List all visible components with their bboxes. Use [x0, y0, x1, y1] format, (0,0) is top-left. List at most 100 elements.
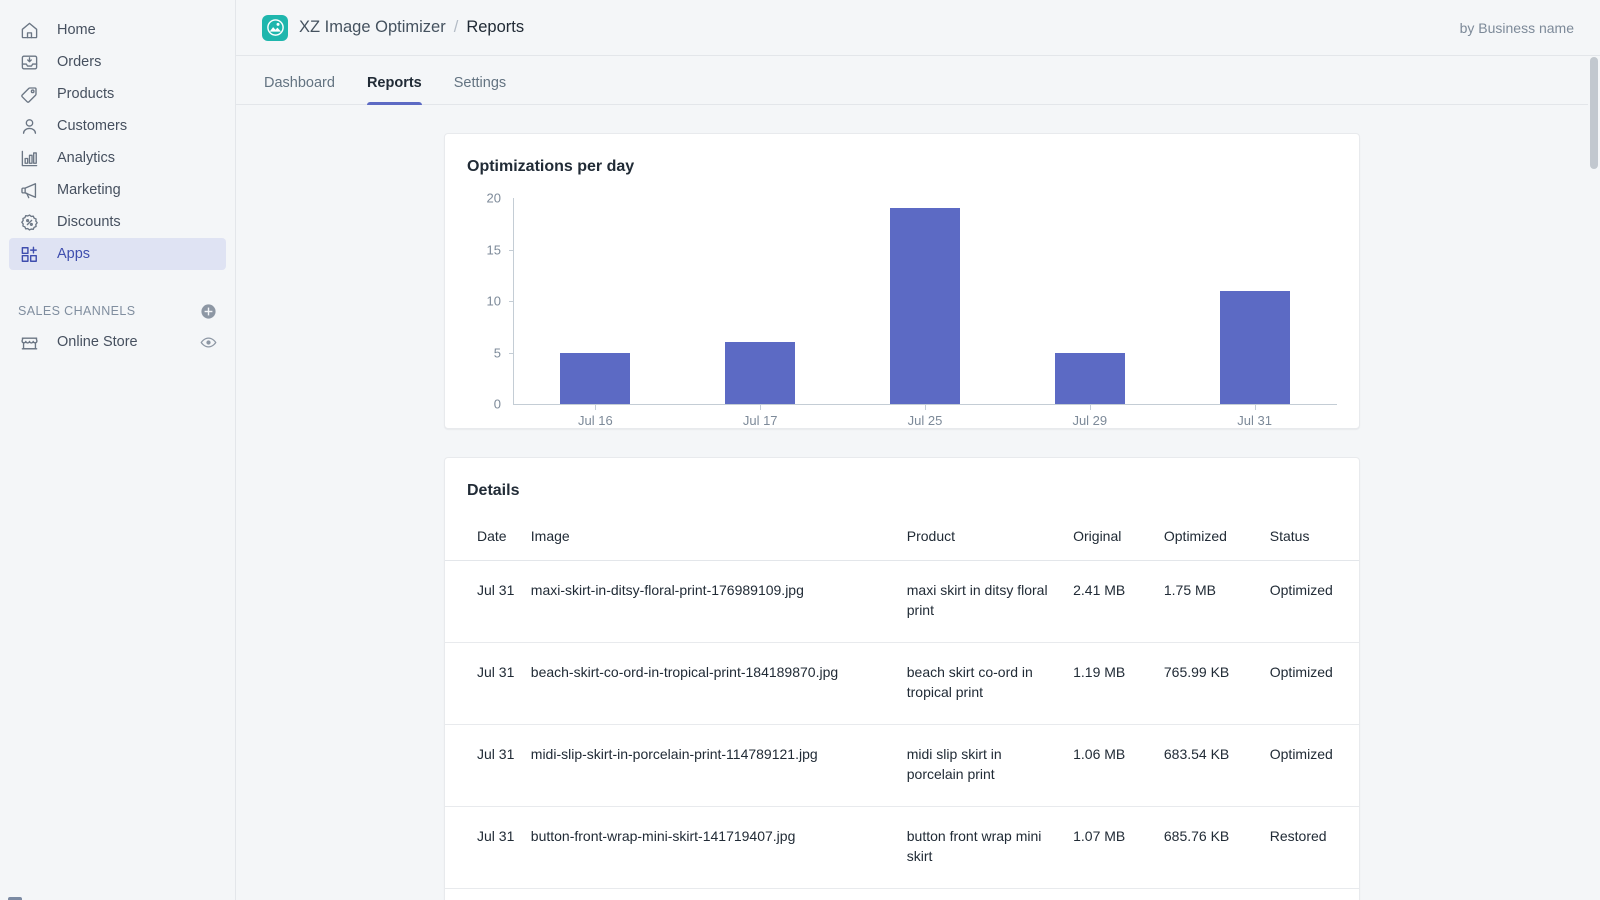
tab-label: Settings — [454, 75, 506, 91]
table-row[interactable]: Jul 31button-front-wrap-mini-skirt-14171… — [445, 807, 1359, 889]
sidebar-item-label: Analytics — [57, 150, 115, 166]
sidebar-item-analytics[interactable]: Analytics — [9, 142, 226, 174]
table-row[interactable]: Jul 31stock-photo-portrait-of-girl-with-… — [445, 889, 1359, 900]
y-axis-tick-label: 15 — [471, 242, 501, 257]
sidebar-item-customers[interactable]: Customers — [9, 110, 226, 142]
tab-settings[interactable]: Settings — [438, 75, 522, 104]
sidebar-item-home[interactable]: Home — [9, 14, 226, 46]
orders-icon — [18, 52, 40, 72]
bar-chart-plot: 05101520Jul 16Jul 17Jul 25Jul 29Jul 31 — [467, 190, 1337, 428]
sidebar-item-label: Home — [57, 22, 96, 38]
sidebar-item-label: Customers — [57, 118, 127, 134]
app-byline: by Business name — [1460, 20, 1574, 36]
cell-status: Restored — [1262, 807, 1359, 889]
main-area: XZ Image Optimizer / Reports by Business… — [236, 0, 1600, 900]
cell-optimized: 1.75 MB — [1156, 561, 1262, 643]
sidebar-item-products[interactable]: Products — [9, 78, 226, 110]
app-topbar: XZ Image Optimizer / Reports by Business… — [236, 0, 1600, 56]
sidebar-item-label: Online Store — [57, 334, 200, 350]
x-axis-tick — [1255, 404, 1256, 410]
cell-original: 1.06 MB — [1065, 725, 1156, 807]
column-header-product: Product — [899, 522, 1065, 561]
marketing-megaphone-icon — [18, 180, 40, 200]
cell-status: Optimized — [1262, 561, 1359, 643]
table-row[interactable]: Jul 31beach-skirt-co-ord-in-tropical-pri… — [445, 643, 1359, 725]
optimizations-chart-card: Optimizations per day 05101520Jul 16Jul … — [444, 133, 1360, 429]
sidebar-item-label: Marketing — [57, 182, 121, 198]
y-axis-tick — [509, 301, 514, 302]
chart-bar[interactable] — [1220, 291, 1290, 404]
x-axis-tick-label: Jul 25 — [908, 413, 943, 428]
cell-product: stock photo portrait of — [899, 889, 1065, 900]
column-header-optimized: Optimized — [1156, 522, 1262, 561]
cell-date: Jul 31 — [445, 889, 523, 900]
sidebar-item-online-store[interactable]: Online Store — [9, 326, 226, 358]
chart-bar[interactable] — [560, 353, 630, 405]
x-axis-tick — [760, 404, 761, 410]
plus-circle-icon[interactable] — [200, 303, 217, 320]
customers-person-icon — [18, 116, 40, 136]
sidebar-item-label: Orders — [57, 54, 101, 70]
y-axis-tick-label: 5 — [471, 345, 501, 360]
cell-product: beach skirt co-ord in tropical print — [899, 643, 1065, 725]
sidebar: Home Orders Products — [0, 0, 236, 900]
vertical-scrollbar-thumb[interactable] — [1590, 57, 1598, 169]
column-header-date: Date — [445, 522, 523, 561]
sidebar-spacer — [0, 270, 235, 288]
sidebar-item-label: Discounts — [57, 214, 121, 230]
chart-title: Optimizations per day — [445, 134, 1359, 176]
table-row[interactable]: Jul 31maxi-skirt-in-ditsy-floral-print-1… — [445, 561, 1359, 643]
cell-status: Optimized — [1262, 725, 1359, 807]
x-axis-tick-label: Jul 16 — [578, 413, 613, 428]
products-tag-icon — [18, 84, 40, 104]
sidebar-item-label: Apps — [57, 246, 90, 262]
analytics-bar-chart-icon — [18, 148, 40, 168]
sidebar-item-discounts[interactable]: Discounts — [9, 206, 226, 238]
apps-grid-plus-icon — [18, 244, 40, 264]
tab-dashboard[interactable]: Dashboard — [248, 75, 351, 104]
cell-image: maxi-skirt-in-ditsy-floral-print-1769891… — [523, 561, 899, 643]
cell-original: 1.07 MB — [1065, 807, 1156, 889]
sidebar-item-marketing[interactable]: Marketing — [9, 174, 226, 206]
image-optimizer-logo-icon — [262, 15, 288, 41]
sidebar-item-orders[interactable]: Orders — [9, 46, 226, 78]
chart-area: 05101520Jul 16Jul 17Jul 25Jul 29Jul 31 — [445, 176, 1359, 428]
cell-image: beach-skirt-co-ord-in-tropical-print-184… — [523, 643, 899, 725]
sales-channels-header: SALES CHANNELS — [0, 296, 235, 326]
eye-icon[interactable] — [200, 334, 217, 351]
cell-date: Jul 31 — [445, 725, 523, 807]
cell-status: Optimized — [1262, 889, 1359, 900]
chart-bar[interactable] — [1055, 353, 1125, 405]
sidebar-item-label: Products — [57, 86, 114, 102]
cell-optimized: 683.54 KB — [1156, 725, 1262, 807]
y-axis-tick — [509, 250, 514, 251]
chart-bar[interactable] — [725, 342, 795, 404]
chart-bar[interactable] — [890, 208, 960, 404]
cell-image: midi-slip-skirt-in-porcelain-print-11478… — [523, 725, 899, 807]
home-icon — [18, 20, 40, 40]
cell-optimized: 765.99 KB — [1156, 643, 1262, 725]
vertical-scrollbar-track[interactable] — [1588, 56, 1600, 900]
y-axis-tick-label: 20 — [471, 191, 501, 206]
column-header-status: Status — [1262, 522, 1359, 561]
cell-original: 1.19 MB — [1065, 643, 1156, 725]
page-content: Optimizations per day 05101520Jul 16Jul … — [236, 105, 1600, 900]
x-axis-tick-label: Jul 31 — [1237, 413, 1272, 428]
cell-optimized: 175.94 KB — [1156, 889, 1262, 900]
cell-original: 241.43 KB — [1065, 889, 1156, 900]
table-row[interactable]: Jul 31midi-slip-skirt-in-porcelain-print… — [445, 725, 1359, 807]
tab-label: Dashboard — [264, 75, 335, 91]
cell-product: button front wrap mini skirt — [899, 807, 1065, 889]
cell-date: Jul 31 — [445, 807, 523, 889]
y-axis-tick — [509, 353, 514, 354]
sidebar-item-apps[interactable]: Apps — [9, 238, 226, 270]
cell-status: Optimized — [1262, 643, 1359, 725]
y-axis-tick-label: 0 — [471, 397, 501, 412]
breadcrumb-separator: / — [454, 18, 459, 37]
x-axis-tick-label: Jul 29 — [1072, 413, 1107, 428]
breadcrumb-app-name[interactable]: XZ Image Optimizer — [299, 18, 446, 37]
sales-channels-label: SALES CHANNELS — [18, 304, 135, 318]
x-axis-tick — [1090, 404, 1091, 410]
discounts-percent-icon — [18, 212, 40, 232]
tab-reports[interactable]: Reports — [351, 75, 438, 104]
